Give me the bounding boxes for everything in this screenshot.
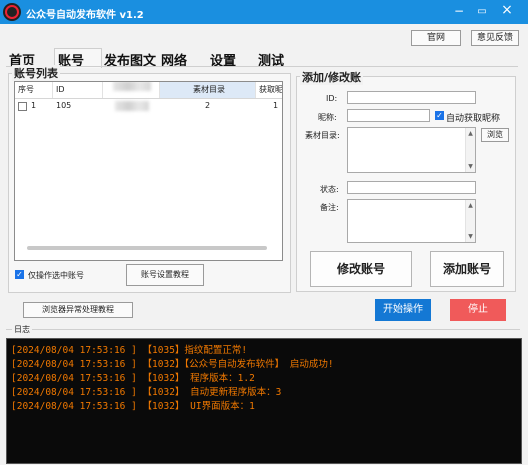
maximize-icon[interactable]: ▭ [473, 6, 491, 17]
nickname-label: 昵称: [318, 113, 337, 122]
app-logo-icon [3, 3, 21, 21]
row-id: 105 [56, 101, 72, 110]
feedback-button[interactable]: 意见反馈 [471, 30, 519, 46]
note-label: 备注: [320, 203, 339, 212]
log-line: [2024/08/04 17:53:16 ] 【1032】 程序版本：1.2 [11, 373, 255, 384]
scroll-down-icon[interactable]: ▼ [466, 163, 475, 170]
auto-nickname-label: 自动获取昵称 [446, 114, 501, 124]
only-selected-label: 仅操作选中账号 [28, 271, 84, 280]
status-label: 状态: [320, 185, 339, 194]
horizontal-scrollbar[interactable] [27, 246, 267, 250]
log-title: 日志 [12, 324, 32, 335]
id-input[interactable] [347, 91, 476, 104]
website-button[interactable]: 官网 [411, 30, 461, 46]
id-label: ID: [326, 94, 338, 103]
log-line: [2024/08/04 17:53:16 ] 【1032】 自动更新程序版本：3 [11, 387, 282, 398]
note-textarea[interactable]: ▲ ▼ [347, 199, 476, 243]
row-index: 1 [31, 101, 37, 110]
row-checkbox[interactable] [18, 102, 27, 111]
account-table: 序号 ID 素材目录 获取昵 1 105 2 1 [14, 81, 283, 261]
column-header-index[interactable]: 序号 [15, 82, 53, 98]
account-form-title: 添加/修改账 [300, 69, 364, 85]
material-dir-textarea[interactable]: ▲ ▼ [347, 127, 476, 173]
auto-nickname-checkbox[interactable]: ✓ [435, 111, 444, 120]
material-dir-label: 素材目录: [305, 131, 340, 140]
material-dir-scrollbar[interactable]: ▲ ▼ [465, 128, 475, 172]
scroll-up-icon[interactable]: ▲ [466, 202, 475, 209]
nickname-input[interactable] [347, 109, 430, 122]
log-divider [6, 329, 520, 330]
scroll-up-icon[interactable]: ▲ [466, 130, 475, 137]
window-title: 公众号自动发布软件 v1.2 [26, 10, 144, 21]
account-list-title: 账号列表 [12, 65, 60, 81]
minimize-icon[interactable]: − [450, 4, 468, 18]
log-line: [2024/08/04 17:53:16 ] 【1032】 UI界面版本：1 [11, 401, 255, 412]
column-header-material-dir[interactable]: 素材目录 [160, 82, 256, 98]
account-setup-tutorial-button[interactable]: 账号设置教程 [126, 264, 204, 286]
column-header-fetch[interactable]: 获取昵 [256, 82, 282, 98]
row-fetch: 1 [273, 101, 279, 110]
browser-fix-tutorial-button[interactable]: 浏览器异常处理教程 [23, 302, 133, 318]
note-scrollbar[interactable]: ▲ ▼ [465, 200, 475, 242]
close-icon[interactable]: × [498, 2, 516, 18]
log-line: [2024/08/04 17:53:16 ] 【1032】【公众号自动发布软件】… [11, 359, 334, 370]
log-panel[interactable]: [2024/08/04 17:53:16 ] 【1035】指纹配置正常! [20… [6, 338, 522, 464]
row-nickname-blurred [115, 101, 149, 111]
status-input[interactable] [347, 181, 476, 194]
table-row[interactable]: 1 105 2 1 [15, 99, 282, 113]
title-bar: 公众号自动发布软件 v1.2 − ▭ × [0, 0, 528, 24]
header-blurred [113, 82, 151, 91]
column-header-id[interactable]: ID [53, 82, 103, 98]
log-line: [2024/08/04 17:53:16 ] 【1035】指纹配置正常! [11, 345, 248, 356]
add-account-button[interactable]: 添加账号 [430, 251, 504, 287]
tab-panel-border [6, 66, 518, 67]
scroll-down-icon[interactable]: ▼ [466, 233, 475, 240]
only-selected-checkbox[interactable]: ✓ [15, 270, 24, 279]
stop-button[interactable]: 停止 [450, 299, 506, 321]
start-button[interactable]: 开始操作 [375, 299, 431, 321]
browse-button[interactable]: 浏览 [481, 128, 509, 142]
row-material-dir: 2 [205, 101, 211, 110]
modify-account-button[interactable]: 修改账号 [310, 251, 412, 287]
